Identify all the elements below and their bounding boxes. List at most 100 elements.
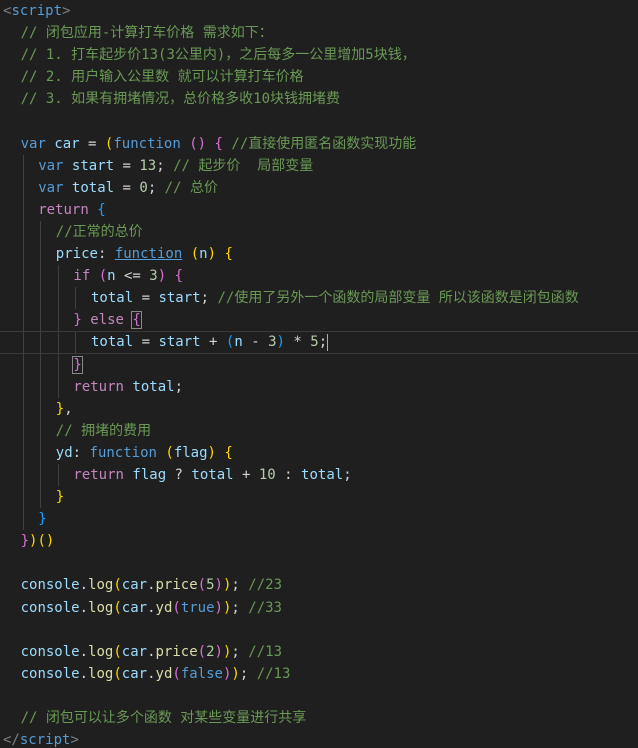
code-token: car [121, 643, 148, 660]
code-token: else [90, 312, 124, 329]
code-token: * [284, 334, 311, 351]
code-token: ( [113, 665, 122, 682]
indent-guide [22, 508, 24, 531]
code-token: = [114, 179, 140, 196]
code-line[interactable] [0, 619, 638, 641]
code-token: script [11, 3, 63, 19]
code-line[interactable]: } else { [0, 309, 638, 332]
code-line[interactable] [0, 110, 638, 132]
code-line[interactable]: return total; [0, 375, 638, 398]
code-token: : [275, 466, 302, 483]
code-line[interactable]: // 闭包可以让多个函数 对某些变量进行共享 [0, 707, 638, 729]
code-line[interactable]: } [0, 486, 638, 509]
indent-guide [57, 375, 59, 398]
code-token: ) [276, 334, 285, 351]
code-token: : [97, 246, 115, 263]
code-token: } [73, 312, 82, 329]
indent-guide [40, 353, 42, 376]
code-token: ; [156, 157, 174, 174]
code-line[interactable]: if (n <= 3) { [0, 265, 638, 288]
code-editor[interactable]: <script> // 闭包应用-计算打车价格 需求如下： // 1. 打车起步价1… [0, 0, 638, 748]
code-token: ) [214, 599, 223, 616]
code-token: + [233, 466, 259, 483]
code-line[interactable]: price: function (n) { [0, 243, 638, 266]
code-line[interactable]: } [0, 508, 638, 531]
code-token: ( [172, 665, 181, 682]
code-line[interactable]: total = start + (n - 3) * 5; [0, 331, 638, 354]
code-token: // 闭包应用-计算打车价格 需求如下： [20, 25, 273, 42]
code-token: //直接使用匿名函数实现功能 [231, 135, 417, 152]
indent-guide [22, 486, 24, 509]
code-token: ; [231, 599, 249, 616]
code-token: . [147, 577, 156, 594]
code-token: //23 [248, 577, 282, 594]
code-token: ) [214, 643, 223, 660]
code-line[interactable]: // 3. 如果有拥堵情况，总价格多收10块钱拥堵费 [0, 88, 638, 110]
code-token: ; [318, 334, 328, 351]
code-token: = [79, 135, 105, 152]
code-line[interactable]: // 1. 打车起步价13(3公里内)，之后每多一公里增加5块钱， [0, 44, 638, 66]
indent-guide [22, 243, 24, 266]
indent-guide [57, 287, 59, 310]
code-token: price [155, 643, 198, 660]
code-line[interactable]: // 闭包应用-计算打车价格 需求如下： [0, 22, 638, 44]
code-token: if [73, 268, 91, 285]
code-token: , [64, 400, 73, 417]
code-token: ( [172, 599, 181, 616]
code-line[interactable]: console.log(car.yd(false)); //13 [0, 663, 638, 685]
code-token: log [88, 665, 114, 682]
code-token: ; [231, 643, 249, 660]
code-line[interactable]: yd: function (flag) { [0, 441, 638, 464]
code-line[interactable]: return { [0, 198, 638, 221]
code-line[interactable]: //正常的总价 [0, 220, 638, 244]
indent-guide [40, 441, 42, 464]
code-line[interactable]: } [0, 353, 638, 376]
code-token: ? [166, 466, 192, 483]
code-token: //13 [256, 665, 291, 682]
code-line[interactable]: var start = 13; // 起步价 局部变量 [0, 154, 638, 177]
indent-guide [22, 375, 24, 398]
indent-guide [40, 486, 42, 509]
code-token: > [62, 3, 71, 19]
code-token: yd [155, 665, 173, 682]
code-token: ( [113, 643, 122, 660]
indent-guide [22, 332, 24, 353]
code-token: ( [190, 246, 200, 263]
code-line[interactable]: <script> [0, 0, 638, 22]
code-token: </ [3, 732, 20, 748]
code-token: 5 [310, 334, 319, 351]
code-token: ; [147, 179, 165, 196]
code-token: ( [113, 577, 122, 594]
code-token: flag [173, 444, 208, 461]
code-line[interactable]: var car = (function () { //直接使用匿名函数实现功能 [0, 133, 638, 155]
code-token: 0 [139, 179, 148, 196]
code-token: //正常的总价 [55, 223, 143, 240]
code-line[interactable]: // 2. 用户输入公里数 就可以计算打车价格 [0, 66, 638, 88]
code-line[interactable]: </script> [0, 729, 638, 748]
code-line[interactable]: var total = 0; // 总价 [0, 176, 638, 199]
code-line[interactable]: console.log(car.price(5)); //23 [0, 574, 638, 596]
code-token: ( [113, 599, 122, 616]
code-line[interactable]: console.log(car.price(2)); //13 [0, 641, 638, 663]
code-line[interactable]: // 拥堵的费用 [0, 419, 638, 442]
code-line[interactable]: console.log(car.yd(true)); //33 [0, 597, 638, 619]
code-token: car [121, 665, 148, 682]
code-token: : [72, 444, 90, 461]
code-line[interactable]: })() [0, 530, 638, 552]
indent-guide [40, 332, 42, 353]
code-line[interactable] [0, 685, 638, 707]
code-token: log [88, 643, 114, 660]
code-token: start [158, 334, 201, 351]
code-line[interactable] [0, 552, 638, 574]
code-line[interactable]: }, [0, 397, 638, 420]
code-token: . [147, 665, 156, 682]
code-line[interactable]: total = start; //使用了另外一个函数的局部变量 所以该函数是闭包… [0, 287, 638, 310]
code-token: // 2. 用户输入公里数 就可以计算打车价格 [20, 69, 304, 86]
code-line[interactable]: return flag ? total + 10 : total; [0, 463, 638, 487]
code-token: ) [207, 246, 216, 263]
code-token: { [224, 444, 233, 461]
indent-guide [22, 176, 24, 199]
